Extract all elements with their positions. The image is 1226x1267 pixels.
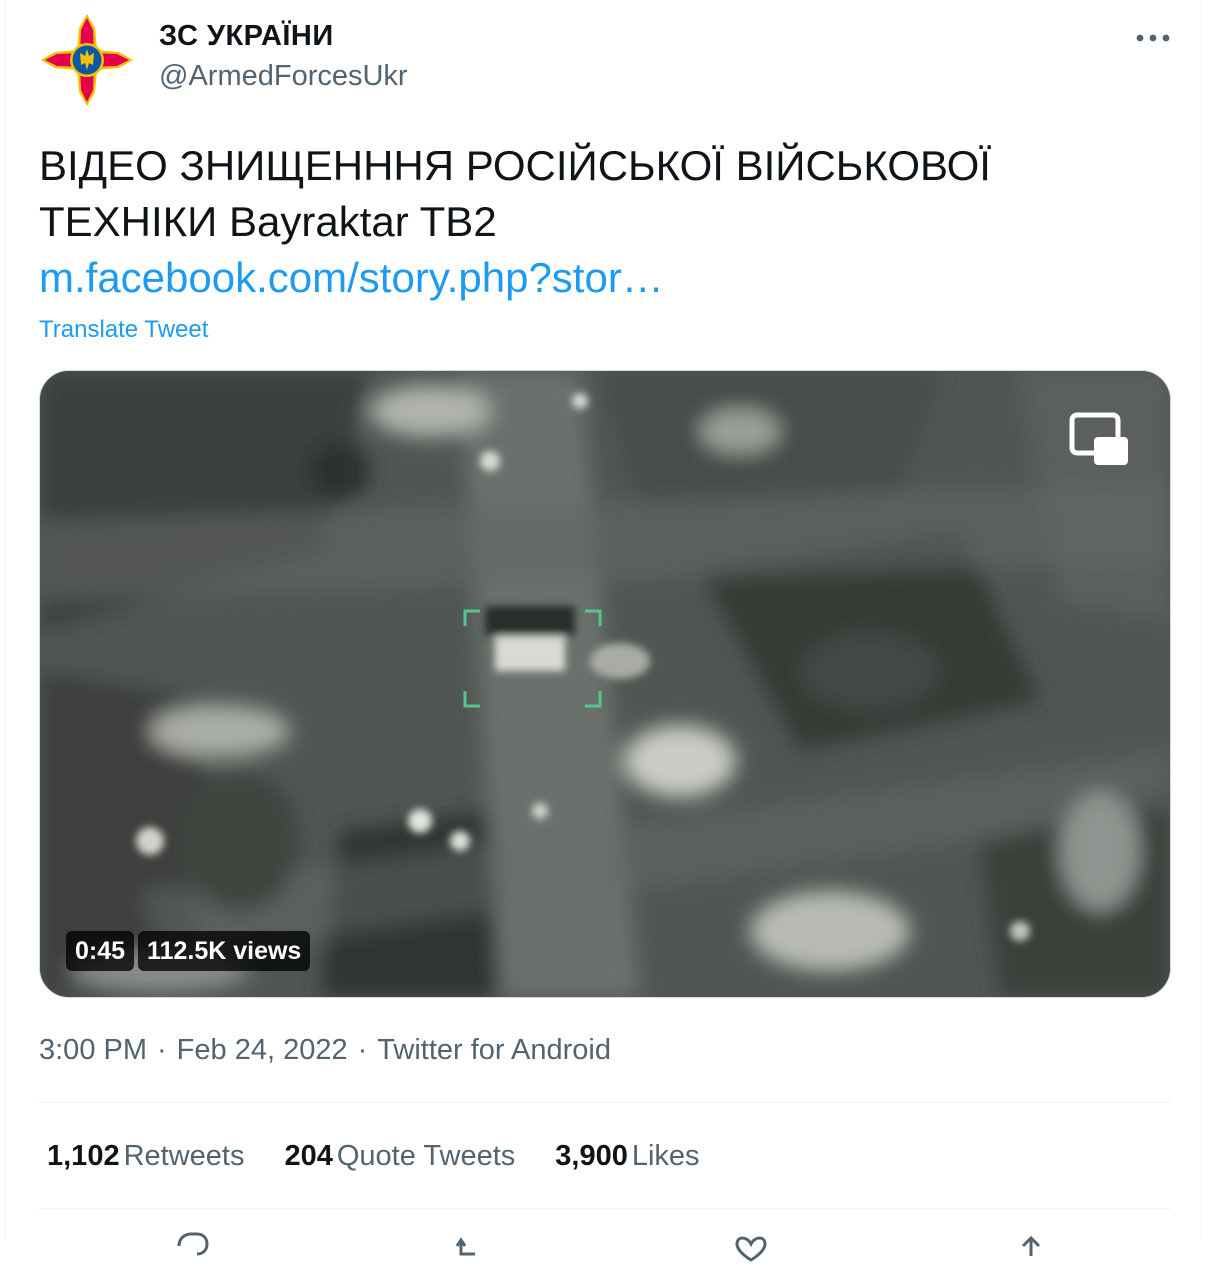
separator: · [357, 1034, 368, 1066]
tweet-action-bar [39, 1222, 1171, 1262]
quote-tweets-count-link[interactable]: 204 Quote Tweets [284, 1136, 515, 1176]
retweet-button[interactable] [451, 1232, 491, 1262]
divider [39, 1102, 1171, 1103]
stat-label: Quote Tweets [336, 1140, 516, 1172]
tweet-text: ВІДЕО ЗНИЩЕНННЯ РОСІЙСЬКОЇ ВІЙСЬКОВОЇ ТЕ… [39, 142, 991, 245]
like-button[interactable] [731, 1232, 771, 1262]
display-name[interactable]: ЗС УКРАЇНИ [159, 18, 408, 54]
like-icon [735, 1236, 767, 1262]
more-options-button[interactable] [1129, 20, 1177, 56]
video-views: 112.5K views [138, 931, 311, 971]
media-badges: 0:45 112.5K views [66, 931, 311, 971]
reply-button[interactable] [171, 1232, 211, 1262]
retweet-icon [455, 1237, 475, 1256]
armed-forces-emblem-icon [41, 14, 133, 106]
tweet-time[interactable]: 3:00 PM [39, 1034, 147, 1066]
share-button[interactable] [1011, 1232, 1051, 1262]
likes-count-link[interactable]: 3,900 Likes [555, 1136, 699, 1176]
reply-icon [177, 1232, 209, 1256]
stat-label: Likes [631, 1140, 700, 1172]
tweet-date[interactable]: Feb 24, 2022 [177, 1034, 348, 1066]
tweet-source[interactable]: Twitter for Android [377, 1034, 611, 1066]
tweet-metadata: 3:00 PM · Feb 24, 2022 · Twitter for Android [39, 1030, 611, 1070]
picture-in-picture-button[interactable] [1068, 411, 1132, 471]
retweets-count-link[interactable]: 1,102 Retweets [47, 1136, 244, 1176]
divider [39, 1208, 1171, 1209]
tweet-link[interactable]: m.facebook.com/story.php?stor… [39, 250, 664, 306]
tweet-card: ЗС УКРАЇНИ @ArmedForcesUkr ВІДЕО ЗНИЩЕНН… [4, 0, 1202, 1262]
stat-count: 1,102 [47, 1140, 120, 1172]
stat-count: 3,900 [555, 1140, 628, 1172]
video-thumbnail [40, 371, 1170, 997]
stat-count: 204 [284, 1140, 333, 1172]
engagement-stats: 1,102 Retweets 204 Quote Tweets 3,900 Likes [47, 1136, 700, 1176]
stat-label: Retweets [123, 1140, 245, 1172]
picture-in-picture-icon [1069, 412, 1128, 465]
more-horizontal-icon [1136, 34, 1170, 42]
video-duration: 0:45 [66, 931, 135, 971]
avatar[interactable] [39, 12, 135, 108]
author-info: ЗС УКРАЇНИ @ArmedForcesUkr [159, 18, 408, 96]
share-icon [1021, 1235, 1041, 1256]
separator: · [157, 1034, 167, 1066]
translate-tweet-link[interactable]: Translate Tweet [39, 314, 208, 346]
video-player[interactable]: 0:45 112.5K views [39, 370, 1171, 998]
username-handle[interactable]: @ArmedForcesUkr [159, 56, 408, 96]
